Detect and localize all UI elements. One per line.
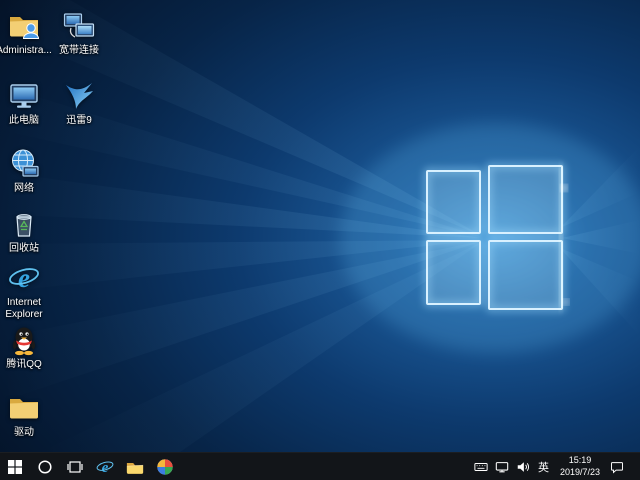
touch-keyboard-button[interactable]	[474, 460, 488, 474]
clock[interactable]: 15:19 2019/7/23	[557, 455, 603, 478]
system-tray: 英 15:19 2019/7/23	[474, 453, 640, 480]
icon-label: 迅雷9	[66, 115, 92, 127]
desktop-icon-internet-explorer[interactable]: Internet Explorer	[0, 262, 53, 321]
desktop-icon-recycle-bin[interactable]: 回收站	[0, 208, 53, 255]
internet-explorer-icon	[96, 458, 114, 476]
folder-icon	[8, 392, 40, 424]
broadband-icon	[63, 10, 95, 42]
qq-penguin-icon	[8, 324, 40, 356]
action-center-button[interactable]	[610, 460, 624, 474]
icon-label: Internet Explorer	[0, 297, 53, 321]
internet-explorer-icon	[8, 262, 40, 294]
desktop-icon-xunlei-9[interactable]: 迅雷9	[50, 80, 108, 127]
speaker-icon	[516, 460, 530, 474]
ime-language-indicator[interactable]: 英	[537, 459, 550, 475]
taskbar-empty-area[interactable]	[180, 453, 474, 480]
network-status-button[interactable]	[495, 460, 509, 474]
user-folder-icon	[8, 10, 40, 42]
volume-button[interactable]	[516, 460, 530, 474]
taskbar-file-explorer[interactable]	[120, 453, 150, 480]
network-globe-icon	[8, 148, 40, 180]
action-center-icon	[610, 460, 624, 474]
keyboard-icon	[474, 460, 488, 474]
pinned-app-icon	[156, 458, 174, 476]
desktop-icon-broadband-connection[interactable]: 宽带连接	[50, 10, 108, 57]
clock-date: 2019/7/23	[560, 467, 600, 479]
icon-label: Administra...	[0, 45, 52, 57]
task-view-button[interactable]	[60, 453, 90, 480]
desktop-icon-this-pc[interactable]: 此电脑	[0, 80, 53, 127]
desktop-icon-administrator[interactable]: Administra...	[0, 10, 53, 57]
recycle-bin-icon	[8, 208, 40, 240]
desktop-icon-tencent-qq[interactable]: 腾讯QQ	[0, 324, 53, 371]
windows-logo-icon	[7, 459, 23, 475]
taskbar-internet-explorer[interactable]	[90, 453, 120, 480]
desktop-icon-driver[interactable]: 驱动	[0, 392, 53, 439]
xunlei-bird-icon	[63, 80, 95, 112]
icon-label: 网络	[14, 183, 34, 195]
icon-label: 此电脑	[9, 115, 39, 127]
desktop-icon-network[interactable]: 网络	[0, 148, 53, 195]
icon-label: 回收站	[9, 243, 39, 255]
taskbar: 英 15:19 2019/7/23	[0, 452, 640, 480]
clock-time: 15:19	[560, 455, 600, 467]
wallpaper	[0, 0, 640, 452]
cortana-search-button[interactable]	[30, 453, 60, 480]
icon-label: 宽带连接	[59, 45, 99, 57]
taskbar-pinned-app[interactable]	[150, 453, 180, 480]
task-view-icon	[67, 459, 83, 475]
network-tray-icon	[495, 460, 509, 474]
search-circle-icon	[37, 459, 53, 475]
start-button[interactable]	[0, 453, 30, 480]
icon-label: 驱动	[14, 427, 34, 439]
icon-label: 腾讯QQ	[6, 359, 42, 371]
file-explorer-icon	[126, 458, 144, 476]
desktop: Administra... 此电脑 网络 回收站 Internet Explor…	[0, 0, 640, 480]
computer-icon	[8, 80, 40, 112]
